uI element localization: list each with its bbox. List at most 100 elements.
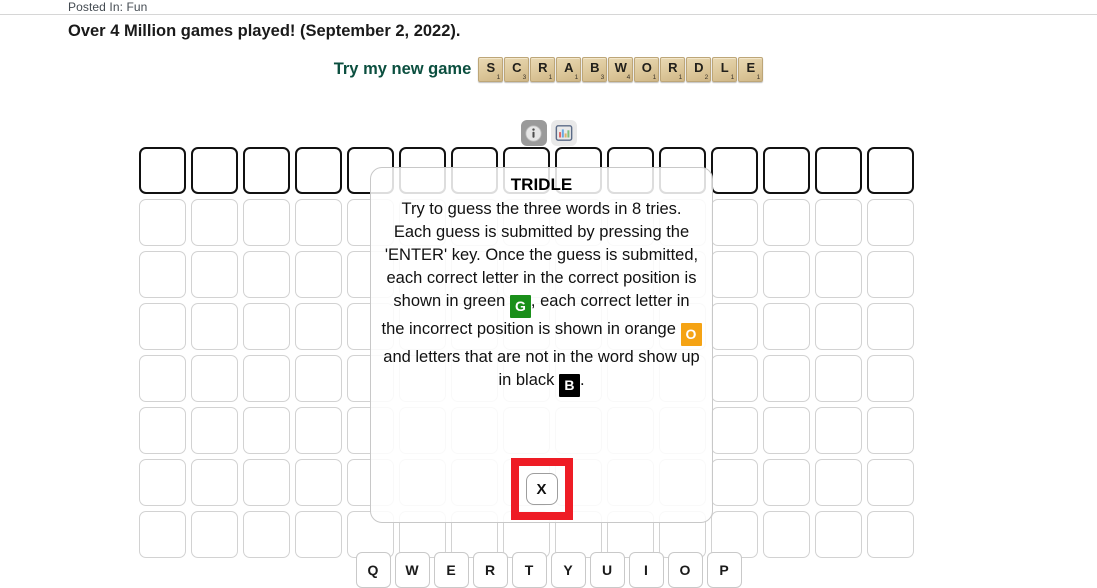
rules-text-part-4: . <box>579 371 585 389</box>
board-cell <box>295 147 342 194</box>
board-cell <box>867 407 914 454</box>
scrabble-tile[interactable]: B3 <box>582 57 608 82</box>
scrabble-tile-letter: R <box>668 60 678 75</box>
posted-in-label: Posted In: Fun <box>68 0 148 14</box>
scrabble-tile-value: 1 <box>496 74 501 81</box>
board-cell <box>243 251 290 298</box>
scrabble-tile[interactable]: O1 <box>634 57 660 82</box>
rules-text-part-3: and letters that are not in the word sho… <box>383 348 700 389</box>
scrabble-tile[interactable]: L1 <box>712 57 738 82</box>
close-button-highlight: X <box>510 458 573 520</box>
key-w[interactable]: W <box>394 552 430 588</box>
board-cell <box>191 459 238 506</box>
board-cell <box>815 511 862 558</box>
stats-button[interactable] <box>550 120 577 146</box>
scrabble-tile-letter: W <box>614 60 627 75</box>
scrabble-tile-value: 1 <box>652 74 657 81</box>
board-cell <box>139 303 186 350</box>
board-cell <box>763 459 810 506</box>
scrabble-tile-letter: D <box>694 60 704 75</box>
scrabble-tile-value: 1 <box>574 74 579 81</box>
scrabble-tile[interactable]: S1 <box>478 57 504 82</box>
board-cell <box>191 511 238 558</box>
board-cell <box>711 407 758 454</box>
board-cell <box>763 355 810 402</box>
scrabble-tile-letter: B <box>590 60 600 75</box>
board-cell <box>191 147 238 194</box>
modal-title: TRIDLE <box>510 175 573 194</box>
scrabwordle-tiles[interactable]: S1C3R1A1B3W4O1R1D2L1E1 <box>478 57 764 82</box>
board-cell <box>815 199 862 246</box>
board-cell <box>139 511 186 558</box>
scrabble-tile[interactable]: D2 <box>686 57 712 82</box>
header-divider <box>0 14 1097 15</box>
modal-rules-text: Each guess is submitted by pressing the … <box>381 221 702 397</box>
board-cell <box>763 251 810 298</box>
scrabble-tile[interactable]: E1 <box>738 57 764 82</box>
black-example-tile: B <box>558 374 580 397</box>
scrabble-tile-value: 3 <box>600 74 605 81</box>
key-q[interactable]: Q <box>355 552 391 588</box>
board-cell <box>867 147 914 194</box>
key-i[interactable]: I <box>628 552 664 588</box>
board-cell <box>243 303 290 350</box>
board-cell <box>191 251 238 298</box>
board-cell <box>139 355 186 402</box>
page-title: Over 4 Million games played! (September … <box>68 22 461 40</box>
promo-label: Try my new game <box>333 60 472 78</box>
green-example-tile: G <box>509 295 531 318</box>
board-cell <box>711 199 758 246</box>
board-cell <box>243 511 290 558</box>
scrabble-tile[interactable]: C3 <box>504 57 530 82</box>
scrabble-tile-value: 1 <box>756 74 761 81</box>
scrabble-tile[interactable]: R1 <box>530 57 556 82</box>
key-r[interactable]: R <box>472 552 508 588</box>
scrabble-tile[interactable]: R1 <box>660 57 686 82</box>
scrabble-tile[interactable]: W4 <box>608 57 634 82</box>
scrabble-tile-letter: O <box>641 60 652 75</box>
board-cell <box>815 251 862 298</box>
board-cell <box>815 355 862 402</box>
scrabble-tile-value: 3 <box>522 74 527 81</box>
key-p[interactable]: P <box>706 552 742 588</box>
board-cell <box>815 303 862 350</box>
on-screen-keyboard[interactable]: QWERTYUIOP <box>0 552 1097 588</box>
board-cell <box>295 303 342 350</box>
scrabble-tile-letter: C <box>512 60 522 75</box>
board-cell <box>763 147 810 194</box>
board-cell <box>295 355 342 402</box>
board-cell <box>763 407 810 454</box>
info-button[interactable] <box>520 120 547 146</box>
scrabble-tile-letter: L <box>720 60 729 75</box>
scrabble-tile-value: 1 <box>730 74 735 81</box>
key-e[interactable]: E <box>433 552 469 588</box>
scrabble-tile-letter: R <box>538 60 548 75</box>
key-y[interactable]: Y <box>550 552 586 588</box>
board-cell <box>139 251 186 298</box>
close-modal-button[interactable]: X <box>525 473 558 505</box>
game-toolbar <box>0 120 1097 146</box>
key-o[interactable]: O <box>667 552 703 588</box>
board-cell <box>763 199 810 246</box>
scrabble-tile-value: 4 <box>626 74 631 81</box>
board-cell <box>815 459 862 506</box>
board-cell <box>139 407 186 454</box>
board-cell <box>191 407 238 454</box>
stats-icon <box>555 125 572 141</box>
board-cell <box>867 459 914 506</box>
board-cell <box>191 199 238 246</box>
info-icon <box>525 124 542 142</box>
board-cell <box>763 303 810 350</box>
board-cell <box>763 511 810 558</box>
board-cell <box>711 459 758 506</box>
board-cell <box>243 199 290 246</box>
key-u[interactable]: U <box>589 552 625 588</box>
board-cell <box>867 199 914 246</box>
board-cell <box>711 147 758 194</box>
board-cell <box>295 407 342 454</box>
board-cell <box>711 355 758 402</box>
board-cell <box>295 511 342 558</box>
board-cell <box>295 459 342 506</box>
scrabble-tile[interactable]: A1 <box>556 57 582 82</box>
key-t[interactable]: T <box>511 552 547 588</box>
